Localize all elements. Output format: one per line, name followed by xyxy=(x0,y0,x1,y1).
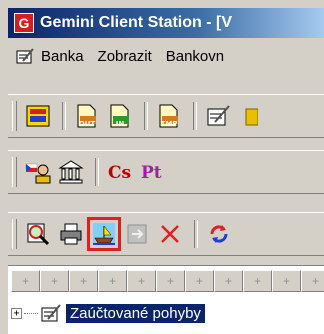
menu-zobrazit-label: Zobrazit xyxy=(97,47,152,65)
print-button[interactable] xyxy=(56,219,86,249)
cs-button[interactable]: Cs xyxy=(105,157,135,187)
notebook-button[interactable] xyxy=(203,101,233,131)
magnifier-icon xyxy=(27,223,50,246)
menu-banka-label: Banka xyxy=(41,47,84,65)
printer-icon xyxy=(60,223,82,245)
refresh-icon xyxy=(210,225,228,243)
close-icon xyxy=(161,225,179,243)
pt-icon: Pt xyxy=(141,163,162,183)
toolbar-separator xyxy=(95,158,99,186)
yellow-tool-icon xyxy=(245,108,258,126)
column-header[interactable]: + xyxy=(156,270,185,292)
in-label: IN xyxy=(115,120,125,128)
column-header[interactable]: + xyxy=(185,270,214,292)
expand-icon[interactable]: + xyxy=(11,307,22,319)
import-button[interactable] xyxy=(122,219,152,249)
notebook-pen-icon xyxy=(41,304,61,322)
import-disabled-icon xyxy=(127,224,147,244)
export-button[interactable] xyxy=(87,217,121,251)
menu-banka[interactable]: Banka xyxy=(8,47,91,65)
column-header[interactable]: + xyxy=(272,270,301,292)
menu-bankovni-label: Bankovn xyxy=(165,47,225,65)
toolbar-banks: Cs Pt xyxy=(8,150,324,194)
out-label: OUT xyxy=(78,120,96,128)
toolbar-grip[interactable] xyxy=(12,157,17,187)
delete-button[interactable] xyxy=(155,219,185,249)
toolbar-actions xyxy=(8,212,324,256)
cs-icon: Cs xyxy=(108,163,131,183)
menu-bar: Banka Zobrazit Bankovn xyxy=(8,41,324,71)
refresh-button[interactable] xyxy=(204,219,234,249)
column-header-row: + + + + + + + + + + + xyxy=(11,270,324,292)
incoming-button[interactable]: IN xyxy=(105,101,135,131)
window-title: Gemini Client Station - [V xyxy=(40,14,233,31)
column-header[interactable]: + xyxy=(243,270,272,292)
toolbar-grip[interactable] xyxy=(12,101,17,131)
toolbar-grip[interactable] xyxy=(12,219,17,249)
pt-button[interactable]: Pt xyxy=(138,157,168,187)
column-header[interactable]: + xyxy=(69,270,98,292)
outgoing-button[interactable]: OUT xyxy=(72,101,102,131)
menu-bankovni[interactable]: Bankovn xyxy=(159,48,231,65)
column-header[interactable]: + xyxy=(11,270,40,292)
czech-flag-person-icon xyxy=(25,163,51,184)
tree-node-zauctovane-pohyby[interactable]: + Zaúčtované pohyby xyxy=(11,300,205,326)
toolbar-separator xyxy=(62,102,66,130)
tree-panel: + + + + + + + + + + + + Zaúčtované pohyb… xyxy=(8,265,324,334)
app-window: G Gemini Client Station - [V Banka Zobra… xyxy=(8,8,324,334)
bank-building-icon xyxy=(58,160,84,184)
column-header[interactable]: + xyxy=(301,270,324,292)
toolbar-separator xyxy=(193,102,197,130)
notebook-pen-icon xyxy=(16,48,34,64)
orders-icon xyxy=(26,105,50,127)
cs-text: Cs xyxy=(108,163,131,183)
title-bar[interactable]: G Gemini Client Station - [V xyxy=(8,8,324,38)
notebook-pen-icon xyxy=(207,105,230,126)
toolbar-documents: OUT IN TMP xyxy=(8,94,324,138)
toolbar-separator xyxy=(194,220,198,248)
tree-connector xyxy=(24,312,38,314)
orders-button[interactable] xyxy=(23,101,53,131)
next-tool-button[interactable] xyxy=(236,101,266,131)
column-header[interactable]: + xyxy=(214,270,243,292)
template-button[interactable]: TMP xyxy=(154,101,184,131)
column-header[interactable]: + xyxy=(98,270,127,292)
pt-text: Pt xyxy=(141,163,162,183)
menu-zobrazit[interactable]: Zobrazit xyxy=(91,48,159,65)
column-header[interactable]: + xyxy=(40,270,69,292)
tmp-label: TMP xyxy=(160,120,178,128)
tree-node-label[interactable]: Zaúčtované pohyby xyxy=(66,303,205,323)
preview-button[interactable] xyxy=(23,219,53,249)
czech-contacts-button[interactable] xyxy=(23,157,53,187)
gemini-app-icon[interactable]: G xyxy=(14,13,34,33)
toolbar-separator xyxy=(144,102,148,130)
bank-button[interactable] xyxy=(56,157,86,187)
ship-export-icon xyxy=(93,223,115,245)
column-header[interactable]: + xyxy=(127,270,156,292)
